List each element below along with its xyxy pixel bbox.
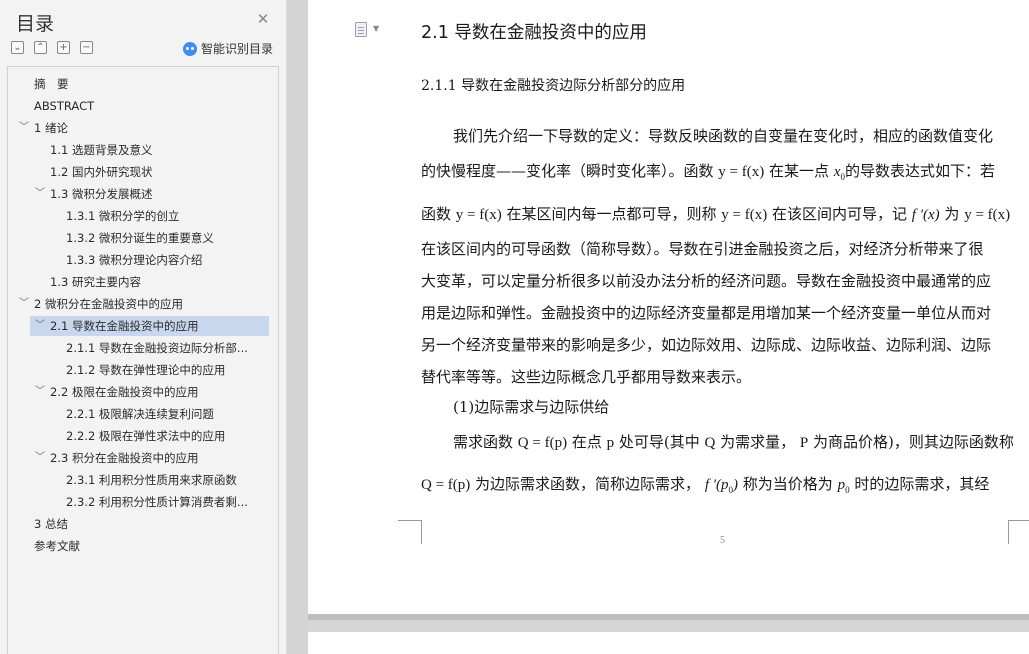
close-icon[interactable]: ✕ xyxy=(256,12,270,27)
toc-item[interactable]: 2.3.1 利用积分性质用来求原函数 xyxy=(66,470,264,490)
toc-item[interactable]: 摘 要 xyxy=(34,74,264,94)
toc-item[interactable]: 1.3.2 微积分诞生的重要意义 xyxy=(66,228,264,248)
toc-item[interactable]: 2.2.2 极限在弹性求法中的应用 xyxy=(66,426,264,446)
next-page xyxy=(308,632,1029,654)
paragraph-line: Q = f(p) 为边际需求函数，简称边际需求， f ′(p0) 称为当价格为 … xyxy=(421,475,990,495)
toc-item[interactable]: 1.1 选题背景及意义 xyxy=(50,140,264,160)
chevron-down-icon[interactable]: ﹀ xyxy=(35,448,45,468)
toc-item[interactable]: 1 绪论 xyxy=(34,118,264,138)
ai-bot-icon xyxy=(183,41,197,56)
chevron-down-icon[interactable]: ﹀ xyxy=(35,184,45,204)
sidebar-title: 目录 xyxy=(16,13,55,35)
paragraph-line: 的快慢程度——变化率（瞬时变化率）。函数 y = f(x) 在某一点 x0的导数… xyxy=(421,162,995,182)
page-separator xyxy=(308,614,1029,620)
toc-item[interactable]: 1.3.3 微积分理论内容介绍 xyxy=(66,250,264,270)
chevron-down-icon[interactable]: ﹀ xyxy=(35,382,45,402)
toc-sidebar: 目录 ✕ ⌄ ⌃ + − 智能识别目录 摘 要 ABSTRACT ﹀ 1 绪论 … xyxy=(0,0,287,654)
toc-item[interactable]: 2.2 极限在金融投资中的应用 xyxy=(50,382,264,402)
toc-item[interactable]: 2 微积分在金融投资中的应用 xyxy=(34,294,264,314)
caret-down-icon[interactable]: ▼ xyxy=(373,24,379,33)
smart-toc-label: 智能识别目录 xyxy=(201,42,274,56)
paragraph-line: 大变革，可以定量分析很多以前没办法分析的经济问题。导数在金融投资中最通常的应 xyxy=(421,272,992,290)
page-corner-mark xyxy=(1008,520,1029,544)
toc-item[interactable]: 2.3 积分在金融投资中的应用 xyxy=(50,448,264,468)
toc-item[interactable]: 1.3 研究主要内容 xyxy=(50,272,264,292)
chevron-down-icon[interactable]: ﹀ xyxy=(35,316,45,336)
toc-item[interactable]: 1.3 微积分发展概述 xyxy=(50,184,264,204)
heading-2: 2.1 导数在金融投资中的应用 xyxy=(421,23,647,43)
paragraph-line: 在该区间内的可导函数（简称导数）。导数在引进金融投资之后，对经济分析带来了很 xyxy=(421,240,984,258)
subheading-line: (1)边际需求与边际供给 xyxy=(453,398,610,416)
paragraph-line: 需求函数 Q = f(p) 在点 p 处可导(其中 Q 为需求量， P 为商品价… xyxy=(453,433,1014,451)
page-corner-mark xyxy=(398,520,422,544)
toc-item[interactable]: 参考文献 xyxy=(34,536,264,556)
toc-item[interactable]: 2.3.2 利用积分性质计算消费者剩... xyxy=(66,492,264,512)
expand-all-icon[interactable]: ⌄ xyxy=(11,41,24,54)
paragraph-line: 用是边际和弹性。金融投资中的边际经济变量都是用增加某一个经济变量一单位从而对 xyxy=(421,304,992,322)
toc-item[interactable]: 2.1.2 导数在弹性理论中的应用 xyxy=(66,360,264,380)
collapse-all-icon[interactable]: ⌃ xyxy=(34,41,47,54)
paragraph-line: 函数 y = f(x) 在某区间内每一点都可导，则称 y = f(x) 在该区间… xyxy=(421,205,1011,223)
toc-list: 摘 要 ABSTRACT ﹀ 1 绪论 1.1 选题背景及意义 1.2 国内外研… xyxy=(7,66,279,654)
page-number: 5 xyxy=(720,535,725,546)
toc-item[interactable]: 1.2 国内外研究现状 xyxy=(50,162,264,182)
toc-item[interactable]: 2.1.1 导数在金融投资边际分析部... xyxy=(66,338,264,358)
paragraph-line: 我们先介绍一下导数的定义：导数反映函数的自变量在变化时，相应的函数值变化 xyxy=(453,127,994,145)
smart-toc-button[interactable]: 智能识别目录 xyxy=(183,40,273,57)
heading-3: 2.1.1 导数在金融投资边际分析部分的应用 xyxy=(421,78,686,94)
toc-item[interactable]: 1.3.1 微积分学的创立 xyxy=(66,206,264,226)
paragraph-line: 替代率等等。这些边际概念几乎都用导数来表示。 xyxy=(421,368,752,386)
toc-toolbar: ⌄ ⌃ + − xyxy=(11,41,93,55)
toc-item[interactable]: ABSTRACT xyxy=(34,96,264,116)
toc-item[interactable]: 3 总结 xyxy=(34,514,264,534)
chevron-down-icon[interactable]: ﹀ xyxy=(19,294,29,314)
chevron-down-icon[interactable]: ﹀ xyxy=(19,118,29,138)
paragraph-line: 另一个经济变量带来的影响是多少，如边际效用、边际成、边际收益、边际利润、边际 xyxy=(421,336,992,354)
add-heading-icon[interactable]: + xyxy=(57,41,70,54)
document-icon[interactable] xyxy=(355,22,367,37)
remove-heading-icon[interactable]: − xyxy=(80,41,93,54)
toc-item-selected[interactable]: 2.1 导数在金融投资中的应用 xyxy=(30,316,269,336)
page-gutter xyxy=(288,0,308,654)
toc-item[interactable]: 2.2.1 极限解决连续复利问题 xyxy=(66,404,264,424)
